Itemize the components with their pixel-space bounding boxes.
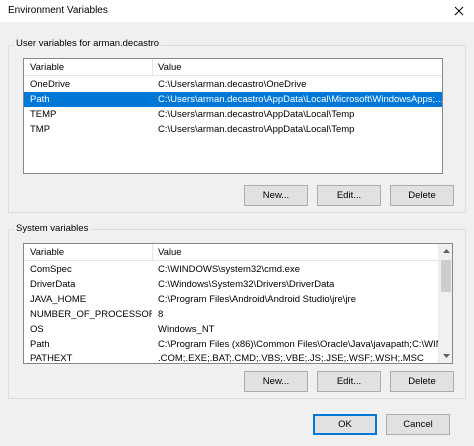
- variable-value: C:\Users\arman.decastro\AppData\Local\Te…: [158, 124, 355, 135]
- list-item[interactable]: Path C:\Program Files (x86)\Common Files…: [24, 337, 440, 352]
- variable-value: 8: [158, 309, 164, 320]
- variable-name: TMP: [30, 124, 51, 135]
- system-variables-list[interactable]: Variable Value ComSpec C:\WINDOWS\system…: [23, 243, 453, 364]
- system-new-button[interactable]: New...: [244, 371, 308, 392]
- user-new-button[interactable]: New...: [244, 185, 308, 206]
- column-header-variable[interactable]: Variable: [24, 244, 152, 261]
- list-item[interactable]: OS Windows_NT: [24, 322, 440, 337]
- variable-value: Windows_NT: [158, 324, 215, 335]
- variable-value: C:\Program Files (x86)\Common Files\Orac…: [158, 339, 440, 350]
- variable-name: OS: [30, 324, 44, 335]
- column-header-variable[interactable]: Variable: [24, 59, 152, 76]
- system-edit-button[interactable]: Edit...: [317, 371, 381, 392]
- user-delete-button[interactable]: Delete: [390, 185, 454, 206]
- window-title: Environment Variables: [8, 5, 108, 16]
- variable-value: C:\Users\arman.decastro\AppData\Local\Mi…: [158, 94, 443, 105]
- list-item-selected[interactable]: Path C:\Users\arman.decastro\AppData\Loc…: [24, 92, 443, 107]
- variable-value: C:\Users\arman.decastro\OneDrive: [158, 79, 307, 90]
- variable-name: PATHEXT: [30, 353, 73, 364]
- cancel-button[interactable]: Cancel: [386, 414, 450, 435]
- ok-button[interactable]: OK: [313, 414, 377, 435]
- variable-name: OneDrive: [30, 79, 71, 90]
- variable-name: Path: [30, 94, 50, 105]
- variable-value: C:\Program Files\Android\Android Studio\…: [158, 294, 357, 305]
- list-item[interactable]: TEMP C:\Users\arman.decastro\AppData\Loc…: [24, 107, 442, 122]
- variable-name: Path: [30, 339, 50, 350]
- system-variables-label: System variables: [14, 223, 91, 234]
- variable-name: ComSpec: [30, 264, 72, 275]
- variable-name: TEMP: [30, 109, 57, 120]
- user-edit-button[interactable]: Edit...: [317, 185, 381, 206]
- environment-variables-dialog: Environment Variables User variables for…: [0, 0, 474, 446]
- list-item[interactable]: ComSpec C:\WINDOWS\system32\cmd.exe: [24, 262, 440, 277]
- list-item[interactable]: PATHEXT .COM;.EXE;.BAT;.CMD;.VBS;.VBE;.J…: [24, 351, 440, 364]
- list-item[interactable]: DriverData C:\Windows\System32\Drivers\D…: [24, 277, 440, 292]
- variable-name: JAVA_HOME: [30, 294, 87, 305]
- close-icon[interactable]: [444, 0, 474, 22]
- title-bar[interactable]: Environment Variables: [0, 0, 474, 22]
- variable-value: C:\WINDOWS\system32\cmd.exe: [158, 264, 300, 275]
- column-header-value[interactable]: Value: [152, 59, 442, 76]
- list-item[interactable]: OneDrive C:\Users\arman.decastro\OneDriv…: [24, 77, 442, 92]
- variable-value: C:\Windows\System32\Drivers\DriverData: [158, 279, 335, 290]
- list-header: Variable Value: [24, 244, 438, 261]
- system-delete-button[interactable]: Delete: [390, 371, 454, 392]
- column-header-value[interactable]: Value: [152, 244, 440, 261]
- scroll-up-arrow-icon[interactable]: [439, 244, 452, 258]
- variable-name: NUMBER_OF_PROCESSORS: [30, 309, 152, 320]
- user-variables-label: User variables for arman.decastro: [14, 38, 162, 49]
- list-item[interactable]: TMP C:\Users\arman.decastro\AppData\Loca…: [24, 122, 442, 137]
- variable-name: DriverData: [30, 279, 76, 290]
- scroll-down-arrow-icon[interactable]: [439, 349, 452, 363]
- list-item[interactable]: NUMBER_OF_PROCESSORS 8: [24, 307, 440, 322]
- user-variables-list[interactable]: Variable Value OneDrive C:\Users\arman.d…: [23, 58, 443, 174]
- list-item[interactable]: JAVA_HOME C:\Program Files\Android\Andro…: [24, 292, 440, 307]
- vertical-scrollbar[interactable]: [438, 244, 452, 363]
- variable-value: .COM;.EXE;.BAT;.CMD;.VBS;.VBE;.JS;.JSE;.…: [158, 353, 424, 364]
- scrollbar-thumb[interactable]: [441, 260, 451, 292]
- variable-value: C:\Users\arman.decastro\AppData\Local\Te…: [158, 109, 355, 120]
- list-header: Variable Value: [24, 59, 442, 76]
